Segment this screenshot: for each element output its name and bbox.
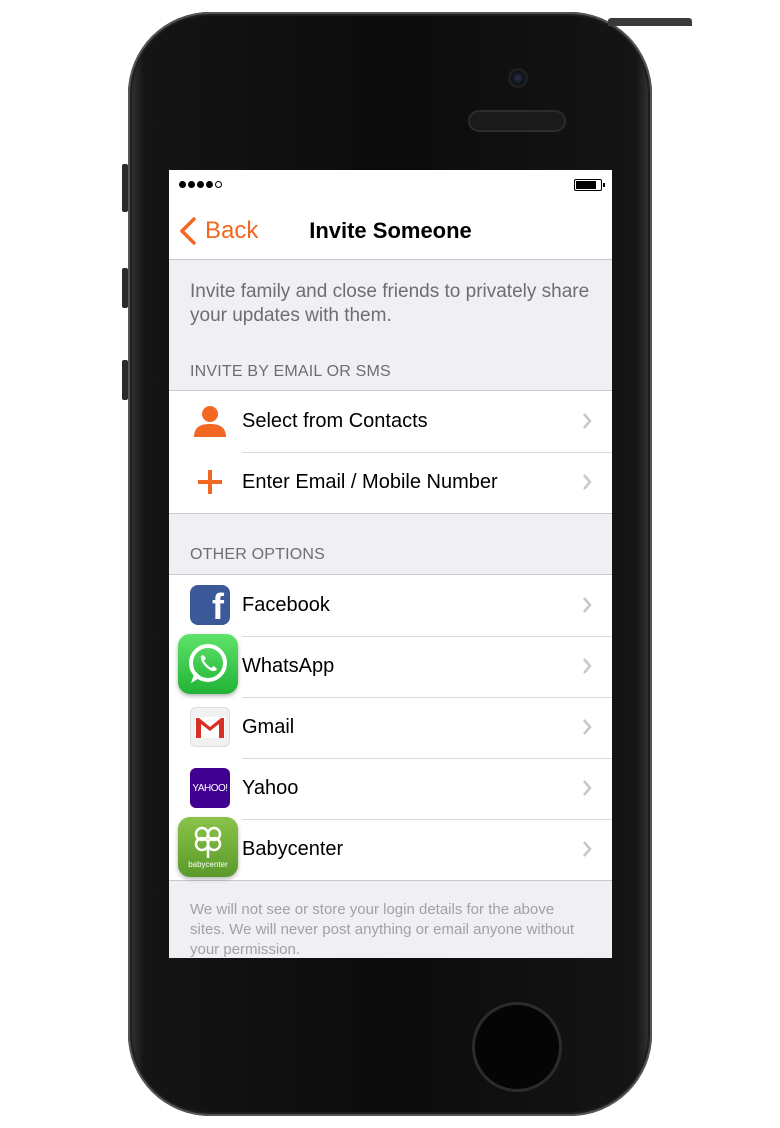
invite-email-group: Select from Contacts Enter Email / Mobil…	[169, 390, 612, 514]
section-header-email: INVITE BY EMAIL OR SMS	[190, 363, 391, 380]
gmail-row[interactable]: Gmail	[169, 697, 612, 758]
app-screen: Back Invite Someone Invite family and cl…	[169, 170, 612, 958]
volume-up-button	[122, 268, 128, 308]
whatsapp-row[interactable]: WhatsApp	[169, 634, 612, 697]
chevron-right-icon	[583, 841, 592, 857]
enter-email-row[interactable]: Enter Email / Mobile Number	[169, 452, 612, 513]
babycenter-row[interactable]: babycenter Babycenter	[169, 817, 612, 880]
chevron-right-icon	[583, 597, 592, 613]
row-label: Gmail	[242, 716, 295, 738]
status-bar	[169, 170, 612, 204]
page-title: Invite Someone	[309, 218, 472, 243]
navigation-bar: Back Invite Someone	[169, 204, 612, 260]
gmail-icon	[190, 707, 230, 747]
babycenter-icon: babycenter	[178, 817, 238, 877]
row-label: Facebook	[242, 594, 330, 616]
person-icon	[190, 401, 230, 441]
chevron-right-icon	[583, 780, 592, 796]
battery-icon	[574, 179, 605, 191]
section-header-other: OTHER OPTIONS	[190, 546, 326, 563]
earpiece-speaker	[470, 112, 564, 130]
privacy-note: We will not see or store your login deta…	[190, 901, 575, 958]
home-button[interactable]	[472, 1002, 562, 1092]
row-label: Babycenter	[242, 838, 344, 860]
volume-down-button	[122, 360, 128, 400]
row-label: Select from Contacts	[242, 410, 428, 432]
whatsapp-icon	[178, 634, 238, 694]
plus-icon	[190, 462, 230, 502]
front-camera	[508, 68, 528, 88]
chevron-right-icon	[583, 474, 592, 490]
intro-text: Invite family and close friends to priva…	[190, 281, 590, 326]
facebook-row[interactable]: f Facebook	[169, 575, 612, 636]
chevron-right-icon	[583, 719, 592, 735]
chevron-right-icon	[583, 658, 592, 674]
mute-switch	[122, 164, 128, 212]
row-label: Enter Email / Mobile Number	[242, 471, 498, 493]
yahoo-icon: YAHOO!	[190, 768, 230, 808]
signal-strength-icon	[179, 181, 222, 188]
other-options-group: f Facebook WhatsApp Gmail YAHOO! Yahoo b…	[169, 574, 612, 881]
row-label: WhatsApp	[242, 655, 335, 677]
babycenter-logo-text: babycenter	[188, 860, 228, 869]
facebook-icon: f	[190, 585, 230, 627]
chevron-right-icon	[583, 413, 592, 429]
select-contacts-row[interactable]: Select from Contacts	[169, 391, 612, 452]
sleep-button	[608, 18, 692, 26]
yahoo-row[interactable]: YAHOO! Yahoo	[169, 758, 612, 819]
row-label: Yahoo	[242, 777, 299, 799]
